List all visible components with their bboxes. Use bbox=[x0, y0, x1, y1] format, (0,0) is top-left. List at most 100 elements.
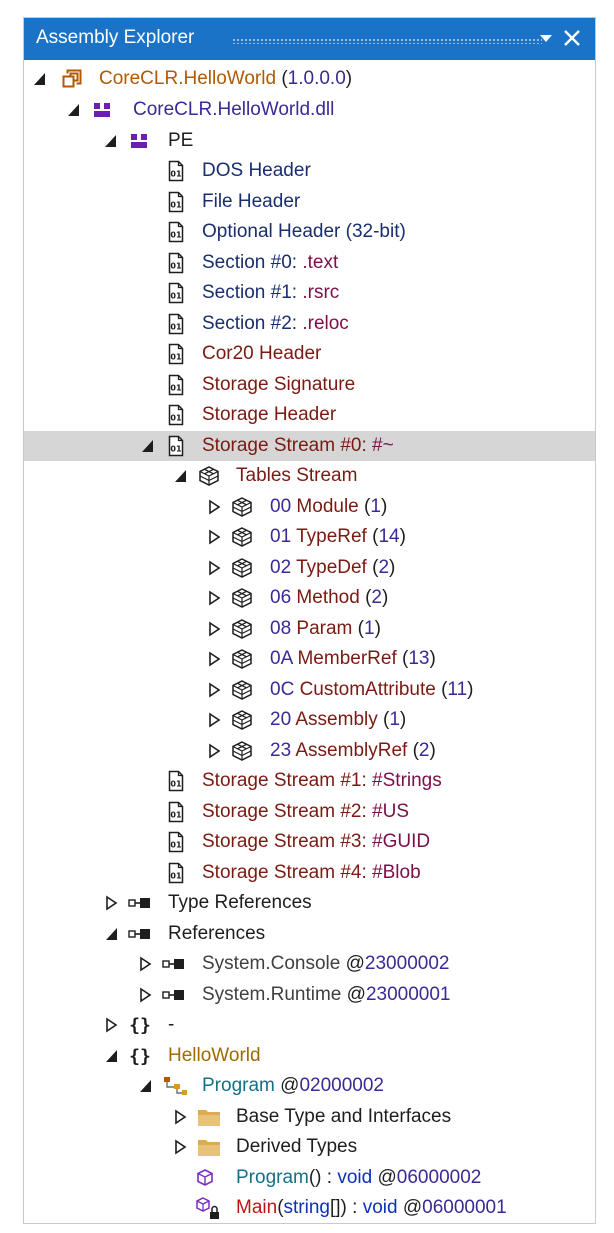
tree-row-section-1[interactable]: 01 Section #1: .rsrc bbox=[24, 278, 595, 308]
tree-row-table-typedef[interactable]: 02 TypeDef (2) bbox=[24, 553, 595, 583]
collapsed-arrow-icon[interactable] bbox=[104, 888, 120, 918]
label-part: AssemblyRef bbox=[295, 740, 408, 761]
collapsed-arrow-icon[interactable] bbox=[104, 1010, 120, 1040]
class-icon bbox=[162, 1075, 187, 1097]
collapsed-arrow-icon[interactable] bbox=[207, 705, 223, 735]
tree-row-namespace-empty[interactable]: {} - bbox=[24, 1010, 595, 1040]
label-part: ) bbox=[399, 709, 407, 730]
collapsed-arrow-icon[interactable] bbox=[207, 553, 223, 583]
expanded-arrow-icon[interactable] bbox=[173, 461, 189, 491]
tree-row-type-references[interactable]: Type References bbox=[24, 888, 595, 918]
label-part: 1 bbox=[370, 496, 381, 517]
tree-row-namespace-helloworld[interactable]: {} HelloWorld bbox=[24, 1041, 595, 1071]
tree-row-cor20-header[interactable]: 01 Cor20 Header bbox=[24, 339, 595, 369]
tree-row-class-program[interactable]: Program @02000002 bbox=[24, 1071, 595, 1101]
label-part: ( bbox=[359, 587, 372, 608]
tree-row-table-module[interactable]: 00 Module (1) bbox=[24, 492, 595, 522]
label-part: 00 bbox=[270, 496, 297, 517]
tree-row-label: 02 TypeDef (2) bbox=[270, 553, 395, 583]
tree-row-method-main[interactable]: Main(string[]) : void @06000001 bbox=[24, 1193, 595, 1223]
label-part: 06 bbox=[270, 587, 297, 608]
tree-row-section-0[interactable]: 01 Section #0: .text bbox=[24, 248, 595, 278]
expanded-arrow-icon[interactable] bbox=[103, 126, 119, 156]
label-part: 1.0.0.0 bbox=[287, 68, 346, 89]
tree-row-storage-stream-0[interactable]: 01 Storage Stream #0: #~ bbox=[24, 431, 595, 461]
expanded-arrow-icon[interactable] bbox=[104, 919, 120, 949]
label-part: Storage Stream #4: bbox=[202, 862, 373, 883]
label-part: #~ bbox=[372, 435, 394, 456]
label-part: @ bbox=[340, 953, 365, 974]
tree-row-label: 06 Method (2) bbox=[270, 583, 388, 613]
reference-icon bbox=[162, 984, 184, 1006]
table-icon bbox=[231, 740, 253, 762]
svg-text:01: 01 bbox=[170, 353, 182, 362]
label-part: DOS Header bbox=[202, 160, 311, 181]
label-part: 13 bbox=[408, 648, 430, 669]
binary-file-icon: 01 bbox=[165, 191, 187, 213]
tree-row-table-customattribute[interactable]: 0C CustomAttribute (11) bbox=[24, 675, 595, 705]
binary-file-icon: 01 bbox=[165, 831, 187, 853]
collapsed-arrow-icon[interactable] bbox=[207, 583, 223, 613]
tree-row-module[interactable]: CoreCLR.HelloWorld.dll bbox=[24, 95, 595, 125]
tree-row-storage-stream-2[interactable]: 01 Storage Stream #2: #US bbox=[24, 797, 595, 827]
tree-row-table-assembly[interactable]: 20 Assembly (1) bbox=[24, 705, 595, 735]
collapsed-arrow-icon[interactable] bbox=[138, 980, 154, 1010]
collapsed-arrow-icon[interactable] bbox=[207, 736, 223, 766]
tree-row-assembly[interactable]: CoreCLR.HelloWorld (1.0.0.0) bbox=[24, 64, 595, 94]
tree-row-pe[interactable]: PE bbox=[24, 126, 595, 156]
tree-row-storage-signature[interactable]: 01 Storage Signature bbox=[24, 370, 595, 400]
tree-row-storage-header[interactable]: 01 Storage Header bbox=[24, 400, 595, 430]
svg-text:01: 01 bbox=[170, 811, 182, 820]
tree-row-system-console[interactable]: System.Console @23000002 bbox=[24, 949, 595, 979]
expanded-arrow-icon[interactable] bbox=[32, 64, 48, 94]
expanded-arrow-icon[interactable] bbox=[104, 1041, 120, 1071]
collapsed-arrow-icon[interactable] bbox=[207, 644, 223, 674]
tree-row-derived-types[interactable]: Derived Types bbox=[24, 1132, 595, 1162]
collapsed-arrow-icon[interactable] bbox=[173, 1132, 189, 1162]
tree-row-tables-stream[interactable]: Tables Stream bbox=[24, 461, 595, 491]
collapsed-arrow-icon[interactable] bbox=[207, 614, 223, 644]
tree-row-optional-header[interactable]: 01 Optional Header (32-bit) bbox=[24, 217, 595, 247]
tree-row-table-assemblyref[interactable]: 23 AssemblyRef (2) bbox=[24, 736, 595, 766]
label-part: ) bbox=[374, 618, 381, 639]
collapsed-arrow-icon[interactable] bbox=[207, 492, 223, 522]
tree-row-storage-stream-1[interactable]: 01 Storage Stream #1: #Strings bbox=[24, 766, 595, 796]
binary-file-icon: 01 bbox=[165, 313, 187, 335]
expanded-arrow-icon[interactable] bbox=[66, 95, 82, 125]
tree-row-section-2[interactable]: 01 Section #2: .reloc bbox=[24, 309, 595, 339]
expanded-arrow-icon[interactable] bbox=[140, 431, 156, 461]
binary-file-icon: 01 bbox=[165, 801, 187, 823]
tree-row-table-memberref[interactable]: 0A MemberRef (13) bbox=[24, 644, 595, 674]
collapsed-arrow-icon[interactable] bbox=[207, 675, 223, 705]
label-part: ( bbox=[358, 496, 371, 517]
tree-row-table-method[interactable]: 06 Method (2) bbox=[24, 583, 595, 613]
collapsed-arrow-icon[interactable] bbox=[138, 949, 154, 979]
tree-row-label: Derived Types bbox=[236, 1132, 357, 1162]
label-part: ( bbox=[366, 557, 379, 578]
expanded-arrow-icon[interactable] bbox=[138, 1071, 154, 1101]
tree-row-system-runtime[interactable]: System.Runtime @23000001 bbox=[24, 980, 595, 1010]
tree-row-base-types[interactable]: Base Type and Interfaces bbox=[24, 1102, 595, 1132]
collapsed-arrow-icon[interactable] bbox=[173, 1102, 189, 1132]
tree-row-file-header[interactable]: 01 File Header bbox=[24, 187, 595, 217]
tree-row-label: Tables Stream bbox=[236, 461, 357, 491]
collapsed-arrow-icon[interactable] bbox=[207, 522, 223, 552]
table-icon bbox=[231, 709, 253, 731]
tree-row-storage-stream-4[interactable]: 01 Storage Stream #4: #Blob bbox=[24, 858, 595, 888]
tree-row-label: Program() : void @06000002 bbox=[236, 1163, 481, 1193]
label-part: ) bbox=[389, 557, 396, 578]
tree-row-label: System.Runtime @23000001 bbox=[202, 980, 451, 1010]
binary-file-icon: 01 bbox=[165, 435, 187, 457]
tree-row-storage-stream-3[interactable]: 01 Storage Stream #3: #GUID bbox=[24, 827, 595, 857]
tree-row-table-param[interactable]: 08 Param (1) bbox=[24, 614, 595, 644]
label-part: ( bbox=[352, 618, 364, 639]
label-part: 2 bbox=[418, 740, 430, 761]
tree-row-table-typeref[interactable]: 01 TypeRef (14) bbox=[24, 522, 595, 552]
drag-grip[interactable] bbox=[232, 38, 542, 44]
close-button[interactable] bbox=[559, 24, 585, 52]
tree-row-references[interactable]: References bbox=[24, 919, 595, 949]
tree-row-method-ctor[interactable]: Program() : void @06000002 bbox=[24, 1163, 595, 1193]
tree-row-dos-header[interactable]: 01 DOS Header bbox=[24, 156, 595, 186]
dropdown-button[interactable] bbox=[533, 24, 559, 52]
label-part: 11 bbox=[447, 679, 468, 700]
